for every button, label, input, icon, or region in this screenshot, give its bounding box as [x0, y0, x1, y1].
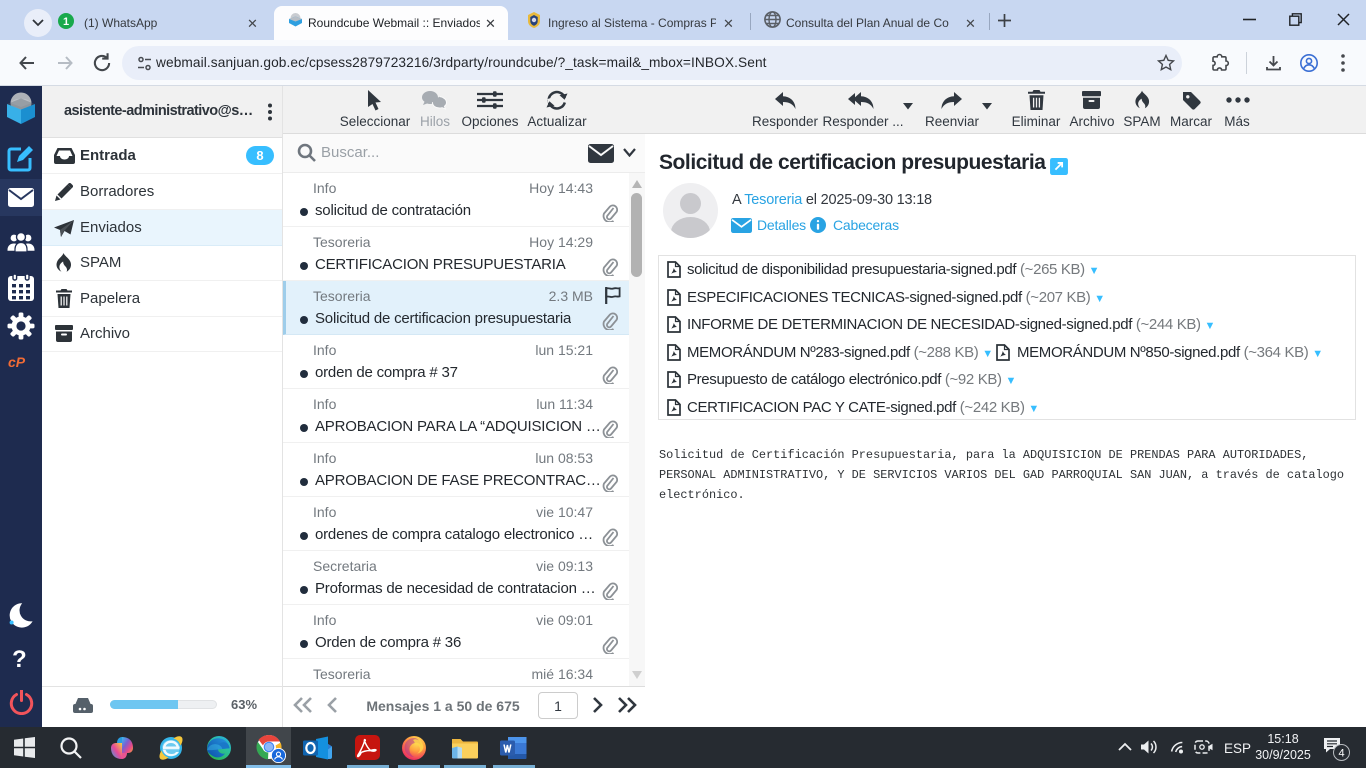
svg-text:1: 1 [63, 16, 69, 28]
svg-text:4: 4 [1338, 748, 1344, 760]
